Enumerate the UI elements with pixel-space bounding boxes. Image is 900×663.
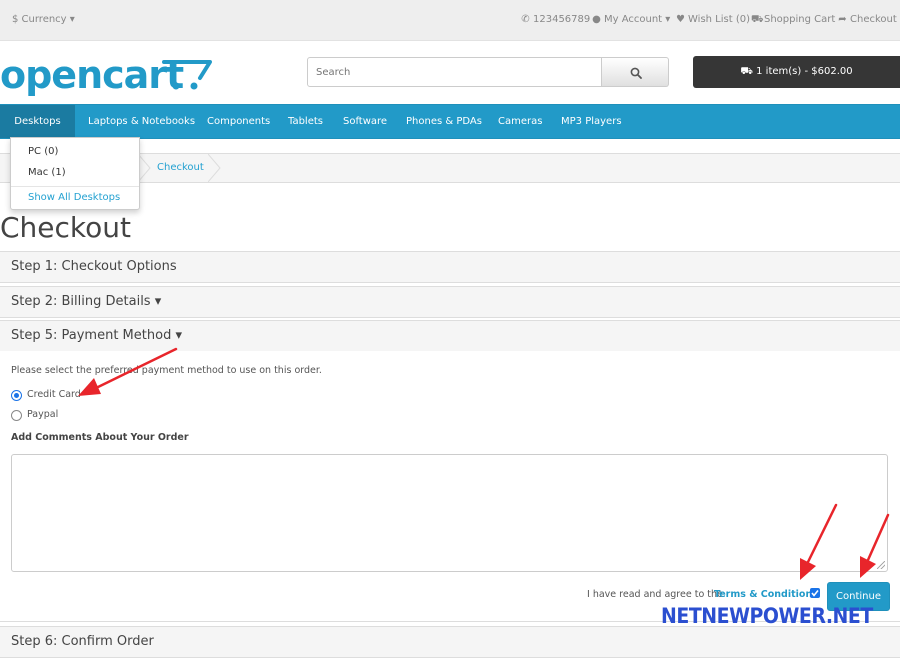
cart-icon: ⛟ (751, 14, 764, 25)
logo-text: opencart (0, 53, 184, 97)
share-icon: ➦ (838, 14, 847, 25)
menu-item-desktops[interactable]: Desktops (0, 105, 75, 138)
breadcrumb-checkout[interactable]: Checkout (157, 162, 204, 173)
radio-paypal[interactable] (11, 410, 22, 421)
checkout-label: Checkout (850, 14, 897, 25)
shopping-cart-label: Shopping Cart (764, 14, 836, 25)
cart-logo-icon (162, 60, 212, 90)
comments-label: Add Comments About Your Order (11, 432, 189, 443)
phone-icon: ✆ (521, 14, 530, 25)
step-6-header[interactable]: Step 6: Confirm Order (0, 626, 900, 658)
dropdown-item-mac[interactable]: Mac (1) (28, 167, 66, 178)
currency-dropdown[interactable]: $ Currency ▾ (12, 14, 75, 25)
store-logo[interactable]: opencart (0, 52, 212, 98)
step-5-title: Step 5: Payment Method (11, 328, 172, 343)
caret-down-icon: ▾ (150, 294, 162, 309)
wish-list-link[interactable]: ♥ Wish List (0) (675, 14, 750, 25)
menu-item-components[interactable]: Components (207, 105, 270, 138)
menu-item-cameras[interactable]: Cameras (498, 105, 542, 138)
user-icon: ● (592, 14, 601, 25)
my-account-label: My Account (604, 14, 663, 25)
dropdown-divider (11, 186, 139, 187)
search-button[interactable] (602, 57, 669, 87)
menu-item-tablets[interactable]: Tablets (288, 105, 323, 138)
search-group (307, 57, 669, 87)
step-2-header[interactable]: Step 2: Billing Details ▾ (0, 286, 900, 318)
cart-icon: ⛟ (740, 66, 757, 77)
phone-link[interactable]: ✆ 123456789 (520, 14, 590, 25)
caret-down-icon: ▾ (662, 14, 671, 25)
step-1-title: Step 1: Checkout Options (11, 259, 177, 274)
step-6-title: Step 6: Confirm Order (11, 634, 154, 649)
payment-instruction: Please select the preferred payment meth… (11, 365, 322, 376)
menu-item-mp3[interactable]: MP3 Players (561, 105, 622, 138)
desktops-dropdown: PC (0) Mac (1) Show All Desktops (10, 137, 140, 210)
step-2-heading: Step 2: Billing Details ▾ (11, 294, 161, 309)
phone-number: 123456789 (533, 14, 591, 25)
currency-label: $ Currency (12, 14, 67, 25)
agree-text: I have read and agree to the (587, 589, 723, 600)
shopping-cart-link[interactable]: ⛟Shopping Cart (751, 14, 835, 27)
step-5-header[interactable]: Step 5: Payment Method ▾ (0, 320, 900, 352)
page-title: Checkout (0, 211, 131, 244)
search-icon (630, 67, 642, 79)
menu-item-phones[interactable]: Phones & PDAs (406, 105, 482, 138)
step-1-header[interactable]: Step 1: Checkout Options (0, 251, 900, 283)
menu-item-laptops[interactable]: Laptops & Notebooks (88, 105, 195, 138)
cart-button[interactable]: ⛟ 1 item(s) - $602.00 (693, 56, 900, 88)
top-bar: $ Currency ▾ ✆ 123456789 ● My Account ▾ ♥ W… (0, 0, 900, 41)
heart-icon: ♥ (676, 14, 685, 25)
agree-checkbox[interactable] (810, 588, 820, 598)
caret-down-icon: ▾ (66, 14, 75, 25)
menu-item-software[interactable]: Software (343, 105, 387, 138)
credit-card-label[interactable]: Credit Card (27, 389, 81, 400)
step-5-heading: Step 5: Payment Method ▾ (11, 328, 182, 343)
main-menu: Desktops Laptops & Notebooks Components … (0, 104, 900, 139)
breadcrumb-separator (138, 154, 151, 182)
wish-list-label: Wish List (0) (688, 14, 750, 25)
watermark: NETNEWPOWER.NET (661, 604, 873, 628)
radio-credit-card[interactable] (11, 390, 22, 401)
comments-textarea[interactable] (11, 454, 888, 572)
check-icon (811, 590, 819, 597)
paypal-label[interactable]: Paypal (27, 409, 58, 420)
dropdown-item-pc[interactable]: PC (0) (28, 146, 58, 157)
checkout-link[interactable]: ➦ Checkout (837, 14, 897, 25)
search-input[interactable] (307, 57, 602, 87)
breadcrumb-separator (208, 154, 221, 182)
cart-summary: 1 item(s) - $602.00 (756, 66, 853, 77)
my-account-dropdown[interactable]: ● My Account ▾ (591, 14, 670, 25)
caret-down-icon: ▾ (171, 328, 182, 343)
step-2-title: Step 2: Billing Details (11, 294, 151, 309)
resize-grip-icon[interactable] (877, 561, 885, 569)
show-all-desktops-link[interactable]: Show All Desktops (28, 192, 120, 203)
terms-link[interactable]: Terms & Conditions (714, 589, 818, 600)
